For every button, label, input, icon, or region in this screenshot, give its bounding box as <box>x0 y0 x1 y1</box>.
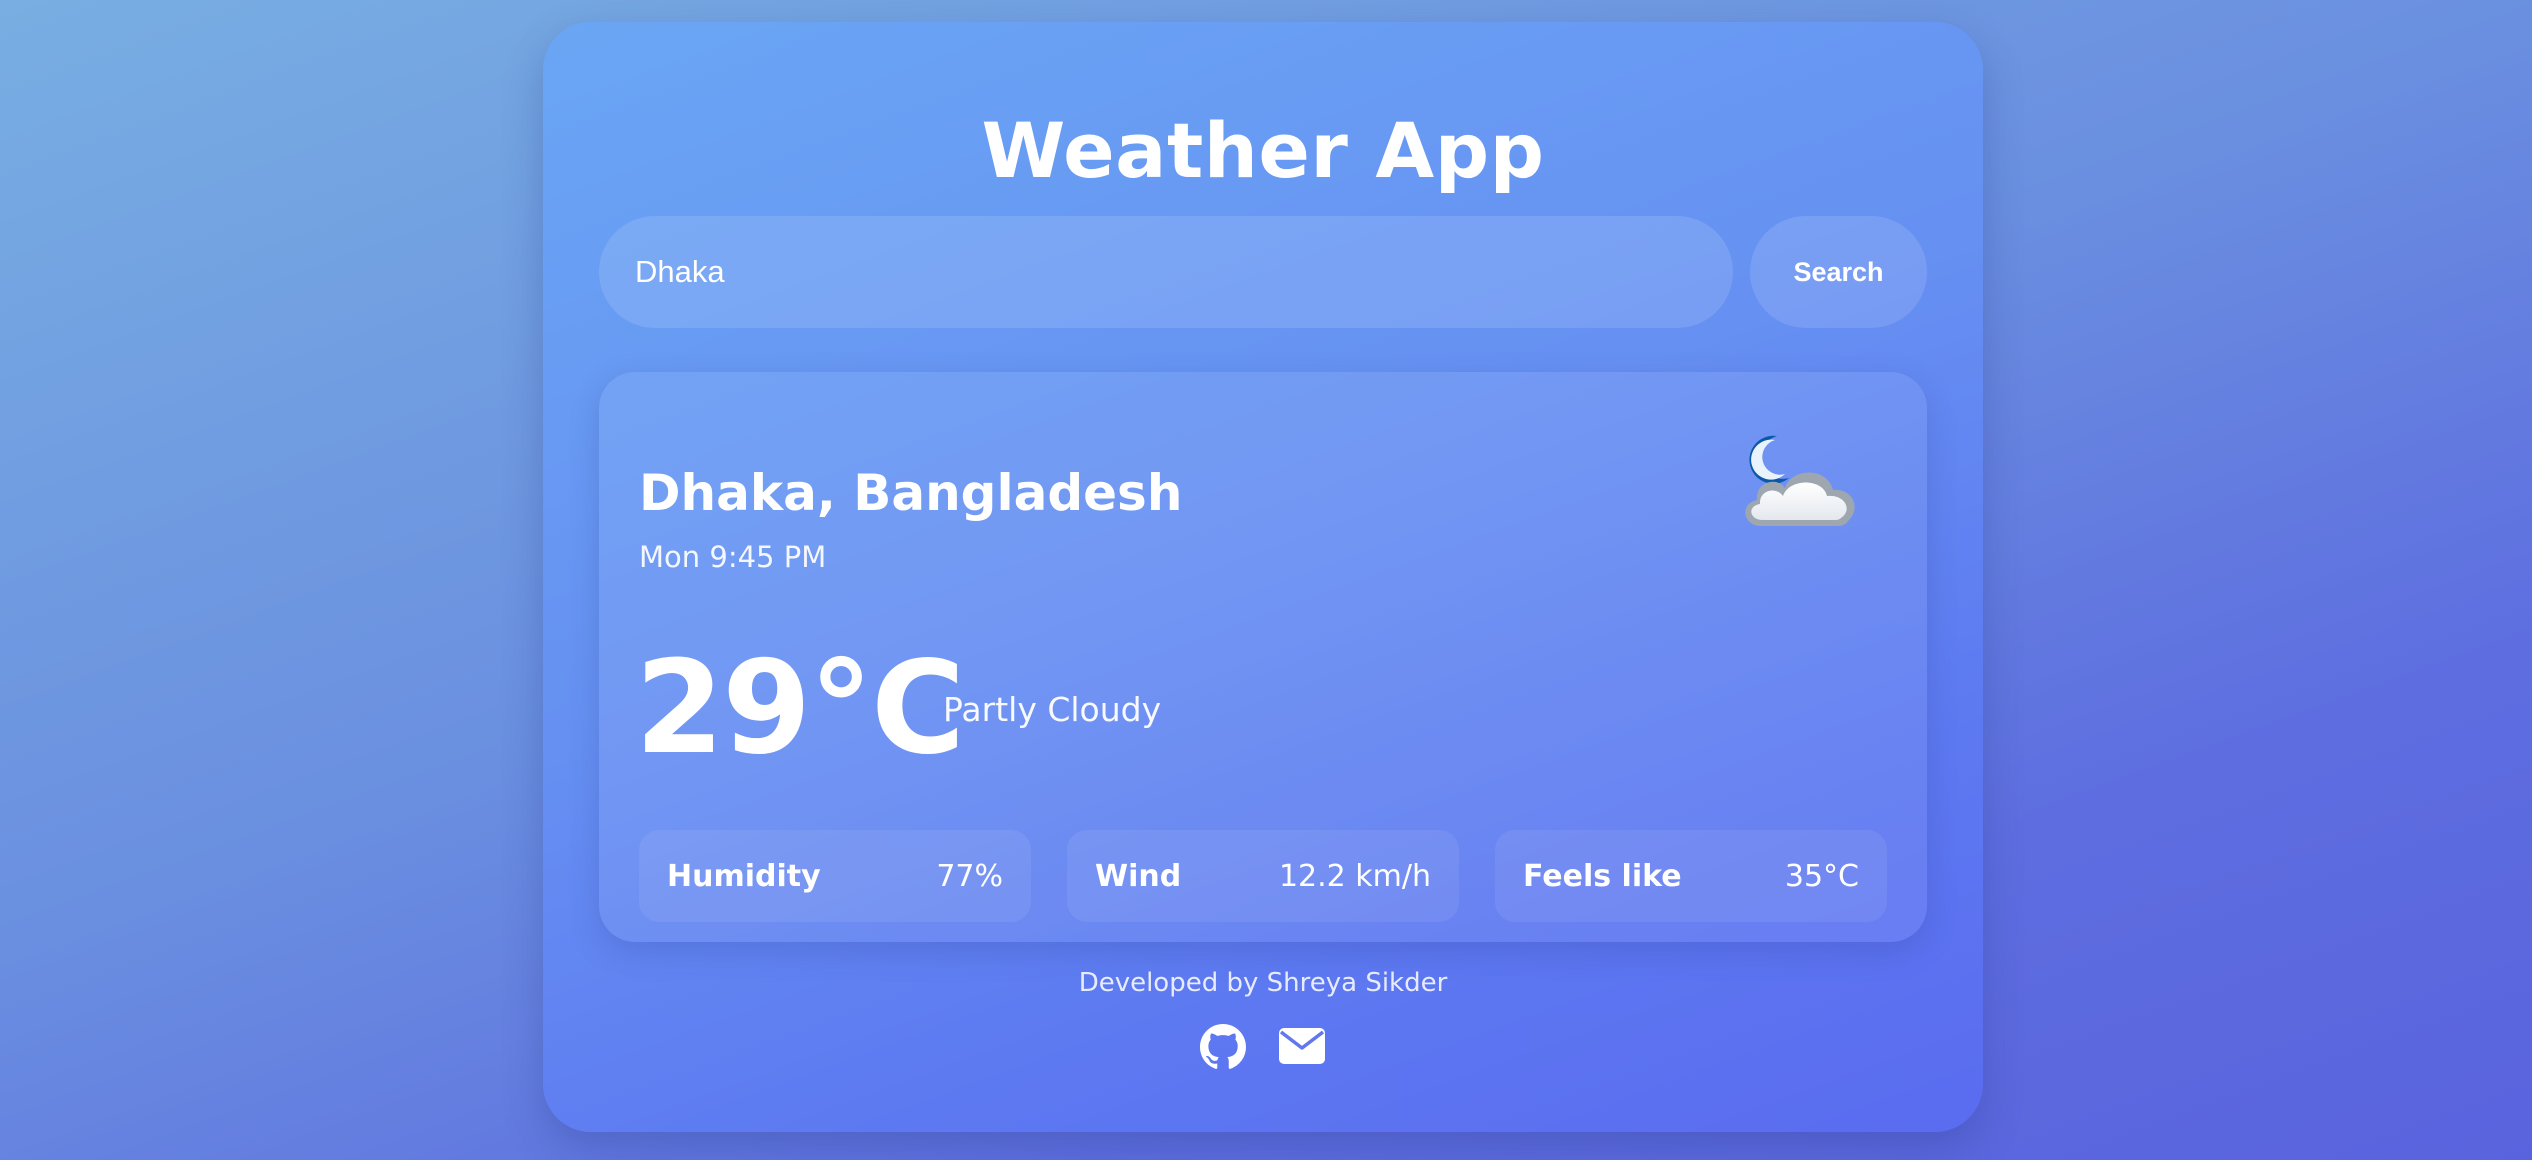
city-search-input[interactable] <box>599 216 1733 328</box>
app-title: Weather App <box>981 106 1545 195</box>
app-card: Weather App Search Dhaka, Bangladesh Mon… <box>543 22 1983 1132</box>
feels-like-stat: Feels like 35°C <box>1495 830 1887 922</box>
wind-value: 12.2 km/h <box>1278 858 1431 894</box>
email-icon[interactable] <box>1278 1024 1326 1070</box>
weather-card: Dhaka, Bangladesh Mon 9:45 PM 29°C Partl… <box>599 372 1927 942</box>
humidity-label: Humidity <box>667 858 821 894</box>
humidity-value: 77% <box>936 858 1003 894</box>
humidity-stat: Humidity 77% <box>639 830 1031 922</box>
wind-stat: Wind 12.2 km/h <box>1067 830 1459 922</box>
temperature: 29°C <box>635 634 965 783</box>
partly-cloudy-night-icon <box>1745 435 1855 526</box>
local-datetime: Mon 9:45 PM <box>639 540 827 574</box>
location-name: Dhaka, Bangladesh <box>639 464 1183 522</box>
feels-like-value: 35°C <box>1784 858 1859 894</box>
weather-condition: Partly Cloudy <box>943 690 1162 729</box>
developer-credit: Developed by Shreya Sikder <box>1078 968 1448 998</box>
feels-like-label: Feels like <box>1523 858 1682 894</box>
footer-links <box>543 1024 1983 1070</box>
github-icon[interactable] <box>1200 1024 1248 1070</box>
search-button[interactable]: Search <box>1750 216 1927 328</box>
wind-label: Wind <box>1095 858 1182 894</box>
